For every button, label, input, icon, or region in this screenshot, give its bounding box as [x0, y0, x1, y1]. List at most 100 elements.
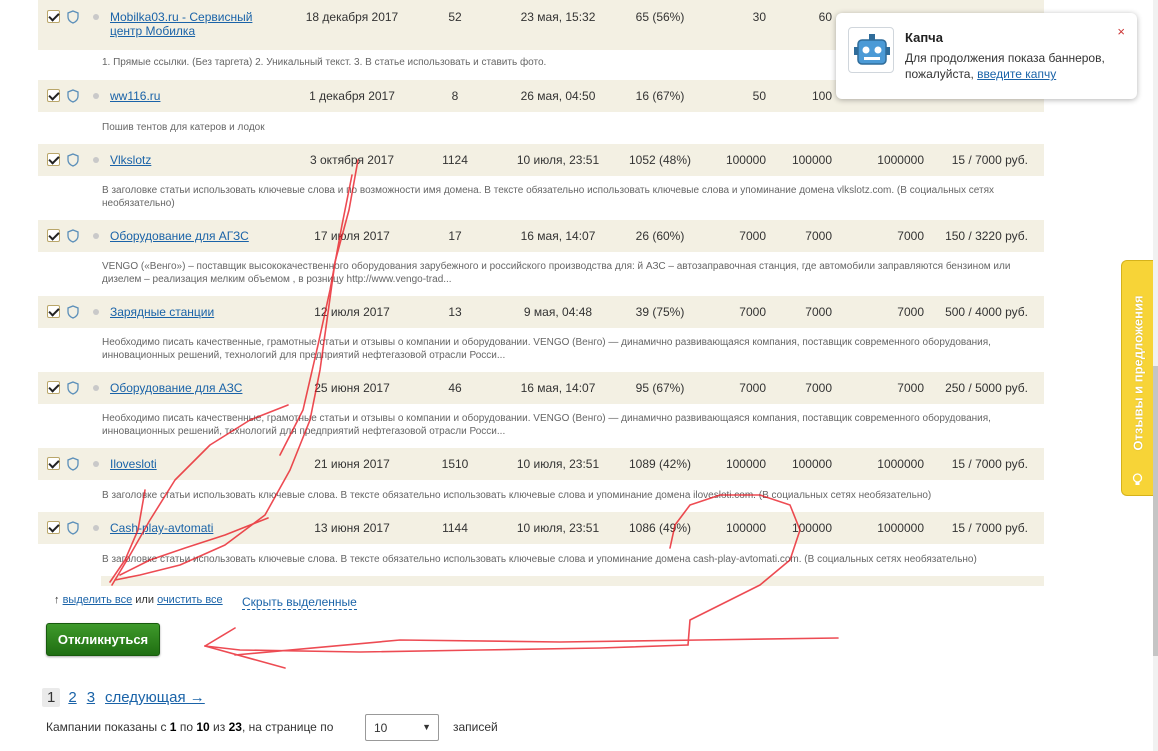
row-description: В заголовке статьи использовать ключевые… — [38, 176, 1044, 220]
cell-a: 100000 — [725, 153, 766, 167]
table-row: Оборудование для АЗС 25 июня 2017 46 16 … — [38, 372, 1044, 404]
cell-count: 52 — [448, 10, 462, 24]
cell-b: 100000 — [791, 521, 832, 535]
status-dot — [93, 461, 99, 467]
cell-percent: 1089 (42%) — [628, 457, 692, 471]
cell-c: 7000 — [897, 381, 924, 395]
select-all-link[interactable]: выделить все — [63, 594, 133, 606]
campaign-name: Iloveslotі — [110, 457, 278, 471]
cell-c: 1000000 — [877, 521, 924, 535]
cell-d: 250 / 5000 руб. — [945, 381, 1028, 395]
cell-date: 17 июля 2017 — [314, 229, 390, 243]
row-checkbox[interactable] — [47, 89, 60, 102]
cell-a: 50 — [752, 89, 766, 103]
cell-b: 60 — [818, 10, 832, 24]
campaign-link[interactable]: Зарядные станции — [110, 305, 214, 319]
shield-icon — [66, 305, 80, 319]
cell-date: 25 июня 2017 — [314, 381, 390, 395]
cell-percent: 95 (67%) — [635, 381, 685, 395]
table-row: Cash-play-avtomati 13 июня 2017 1144 10 … — [38, 512, 1044, 544]
campaign-link[interactable]: Cash-play-avtomati — [110, 521, 213, 535]
status-dot — [93, 385, 99, 391]
page-2-link[interactable]: 2 — [68, 689, 76, 706]
cell-date: 13 июня 2017 — [314, 521, 390, 535]
cell-b: 7000 — [805, 381, 832, 395]
cell-a: 100000 — [725, 521, 766, 535]
row-description: В заголовке статьи использовать ключевые… — [38, 544, 1044, 576]
scrollbar-thumb[interactable] — [1153, 366, 1158, 656]
campaign-link[interactable]: Оборудование для АГЗС — [110, 229, 249, 243]
feedback-label: Отзывы и предложения — [1130, 295, 1145, 451]
cell-c: 7000 — [897, 305, 924, 319]
table-bottom-band — [101, 576, 1044, 586]
cell-c: 1000000 — [877, 457, 924, 471]
hide-selected-link[interactable]: Скрыть выделенные — [242, 595, 357, 610]
campaign-name: Vlkslotz — [110, 153, 278, 167]
cell-a: 7000 — [739, 305, 766, 319]
row-checkbox[interactable] — [47, 305, 60, 318]
cell-b: 7000 — [805, 229, 832, 243]
status-dot — [93, 14, 99, 20]
enter-captcha-link[interactable]: введите капчу — [977, 67, 1056, 81]
cell-date: 12 июля 2017 — [314, 305, 390, 319]
campaign-link[interactable]: ww116.ru — [110, 89, 160, 103]
cell-a: 7000 — [739, 229, 766, 243]
status-dot — [93, 157, 99, 163]
results-summary: Кампании показаны с 1 по 10 из 23, на ст… — [46, 720, 334, 734]
campaign-link[interactable]: Оборудование для АЗС — [110, 381, 242, 395]
arrow-up-icon: ↑ — [54, 594, 60, 606]
shield-icon — [66, 229, 80, 243]
campaign-name: Оборудование для АЗС — [110, 381, 278, 395]
shield-icon — [66, 381, 80, 395]
cell-b: 100000 — [791, 153, 832, 167]
campaign-link[interactable]: Iloveslotі — [110, 457, 157, 471]
cell-a: 7000 — [739, 381, 766, 395]
cell-percent: 1052 (48%) — [628, 153, 692, 167]
campaign-name: Cash-play-avtomati — [110, 521, 278, 535]
page-3-link[interactable]: 3 — [87, 689, 95, 706]
per-page-select[interactable]: 10 ▼ — [365, 714, 439, 741]
cell-count: 13 — [448, 305, 462, 319]
row-checkbox[interactable] — [47, 457, 60, 470]
cell-b: 7000 — [805, 305, 832, 319]
status-dot — [93, 525, 99, 531]
campaign-name: Оборудование для АГЗС — [110, 229, 278, 243]
table-row: Iloveslotі 21 июня 2017 1510 10 июля, 23… — [38, 448, 1044, 480]
page-current: 1 — [42, 688, 61, 707]
cell-percent: 1086 (49%) — [628, 521, 692, 535]
clear-all-link[interactable]: очистить все — [157, 594, 223, 606]
cell-last: 10 июля, 23:51 — [516, 457, 600, 471]
row-checkbox[interactable] — [47, 521, 60, 534]
shield-icon — [66, 10, 80, 24]
respond-button[interactable]: Откликнуться — [46, 623, 160, 656]
records-label: записей — [453, 720, 498, 734]
row-checkbox[interactable] — [47, 10, 60, 23]
status-dot — [93, 93, 99, 99]
cell-date: 18 декабря 2017 — [305, 10, 399, 24]
row-checkbox[interactable] — [47, 381, 60, 394]
row-checkbox[interactable] — [47, 153, 60, 166]
cell-last: 10 июля, 23:51 — [516, 521, 600, 535]
row-checkbox[interactable] — [47, 229, 60, 242]
cell-d: 15 / 7000 руб. — [951, 521, 1028, 535]
campaign-link[interactable]: Mobilka03.ru - Сервисный центр Мобилка — [110, 10, 252, 38]
cell-last: 23 мая, 15:32 — [520, 10, 596, 24]
campaign-link[interactable]: Vlkslotz — [110, 153, 151, 167]
cell-d: 500 / 4000 руб. — [945, 305, 1028, 319]
dropdown-arrow-icon: ▼ — [422, 722, 431, 732]
cell-count: 17 — [448, 229, 462, 243]
pagination: 1 2 3 следующая → — [42, 688, 215, 707]
cell-last: 16 мая, 14:07 — [520, 229, 596, 243]
cell-count: 46 — [448, 381, 462, 395]
scrollbar[interactable] — [1153, 0, 1158, 751]
cell-b: 100000 — [791, 457, 832, 471]
feedback-tab[interactable]: Отзывы и предложения — [1121, 260, 1153, 496]
captcha-text: Для продолжения показа баннеров, пожалуй… — [905, 51, 1105, 81]
or-text: или — [135, 594, 154, 606]
cell-last: 26 мая, 04:50 — [520, 89, 596, 103]
status-dot — [93, 309, 99, 315]
close-icon[interactable]: × — [1117, 24, 1125, 39]
shield-icon — [66, 153, 80, 167]
next-page-link[interactable]: следующая → — [105, 689, 205, 706]
cell-last: 16 мая, 14:07 — [520, 381, 596, 395]
